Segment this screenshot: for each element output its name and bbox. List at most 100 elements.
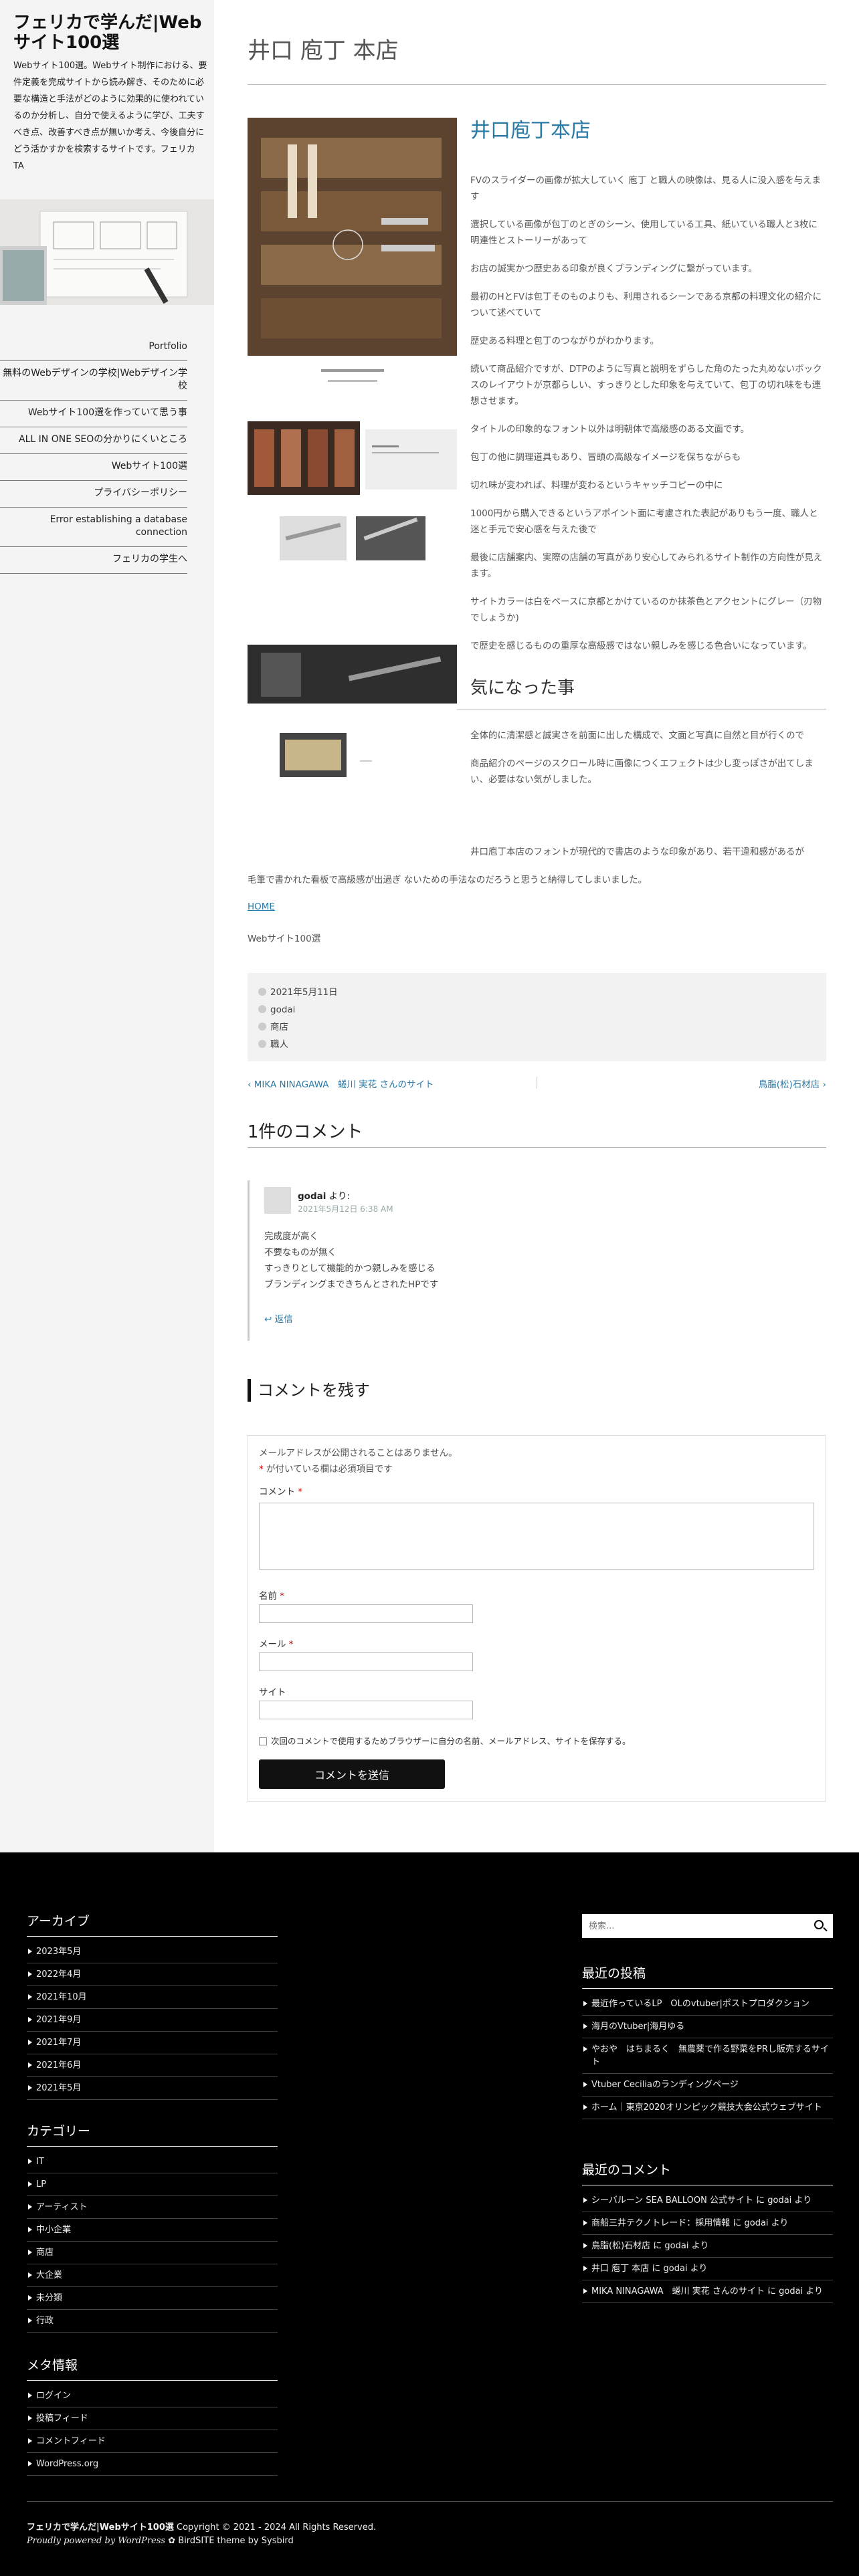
archive-title: アーカイブ	[27, 1911, 278, 1937]
shop-name-heading: 井口庖丁本店	[470, 119, 591, 142]
archive-item[interactable]: 2021年10月	[27, 1986, 278, 2009]
archive-item[interactable]: 2022年4月	[27, 1963, 278, 1986]
paragraph-line: 毛筆で書かれた看板で高級感が出過ぎ ないための手法なのだろうと思うと納得してしま…	[248, 875, 648, 885]
archive-item[interactable]: 2023年5月	[27, 1941, 278, 1963]
comment-date[interactable]: 2021年5月12日 6:38 AM	[298, 1203, 393, 1214]
paragraph: 続いて商品紹介ですが、DTPのように写真と説明をずらした角のたった丸めないボック…	[470, 364, 822, 407]
archive-item[interactable]: 2021年5月	[27, 2077, 278, 2100]
recent-comment-item[interactable]: 商船三井テクノトレード：採用情報 に godai より	[582, 2212, 833, 2235]
recent-post-item[interactable]: Vtuber Ceciliaのランディングページ	[582, 2074, 833, 2097]
search-input[interactable]	[582, 1914, 806, 1938]
nav-item-db-error[interactable]: Error establishing a database connection	[0, 508, 187, 547]
powered-by: Proudly powered by WordPress ✿ BirdSITE …	[27, 2536, 294, 2546]
meta-item-login[interactable]: ログイン	[27, 2385, 278, 2407]
site-label: サイト	[259, 1687, 286, 1698]
category-item[interactable]: 中小企業	[27, 2219, 278, 2242]
divider	[248, 84, 826, 85]
page-top: フェリカで学んだ|Webサイト100選 Webサイト100選。Webサイト制作に…	[0, 0, 859, 1852]
category-item[interactable]: 行政	[27, 2310, 278, 2333]
sidebar: フェリカで学んだ|Webサイト100選 Webサイト100選。Webサイト制作に…	[0, 0, 214, 1852]
home-link[interactable]: HOME	[248, 901, 275, 912]
paragraph: 商品紹介のページのスクロール時に画像につくエフェクトは少し変っぽさが出てしまい、…	[470, 758, 814, 785]
recent-comment-item[interactable]: MIKA NINAGAWA 蜷川 実花 さんのサイト に godai より	[582, 2280, 833, 2303]
paragraph: FVのスライダーの画像が拡大していく 庖丁 と職人の映像は、見る人に没入感を与え…	[470, 175, 822, 202]
submit-comment-button[interactable]: コメントを送信	[259, 1759, 445, 1789]
recent-post-item[interactable]: やおや はちまるく 無農薬で作る野菜をPRし販売するサイト	[582, 2038, 833, 2074]
recent-comment-item[interactable]: 鳥脂(松)石材店 に godai より	[582, 2235, 833, 2258]
reply-icon: ↩	[264, 1314, 275, 1325]
category-item[interactable]: LP	[27, 2173, 278, 2196]
site-title[interactable]: フェリカで学んだ|Webサイト100選	[13, 13, 207, 53]
archive-item[interactable]: 2021年7月	[27, 2032, 278, 2054]
nav-item-portfolio[interactable]: Portfolio	[0, 334, 187, 361]
paragraph: で歴史を感じるものの重厚な高級感ではない親しみを感じる色合いになっています。	[470, 641, 812, 651]
form-notice: メールアドレスが公開されることはありません。	[259, 1448, 458, 1459]
recent-post-item[interactable]: ホーム｜東京2020オリンピック競技大会公式ウェブサイト	[582, 2097, 833, 2119]
category-title: カテゴリー	[27, 2121, 278, 2147]
category-item[interactable]: IT	[27, 2151, 278, 2173]
paragraph: 切れ味が変われば、料理が変わるというキャッチコピーの中に	[470, 480, 723, 491]
comment-textarea[interactable]	[259, 1503, 814, 1570]
recent-comments-widget: 最近のコメント シーバルーン SEA BALLOON 公式サイト に godai…	[582, 2160, 833, 2303]
search-button[interactable]	[806, 1914, 833, 1938]
category-widget: カテゴリー IT LP アーティスト 中小企業 商店 大企業 未分類 行政	[27, 2121, 278, 2333]
site-screenshots	[248, 118, 457, 777]
sidebar-illustration	[0, 199, 214, 305]
meta-item-comment-feed[interactable]: コメントフィード	[27, 2430, 278, 2453]
sidebar-nav: Portfolio 無料のWebデザインの学校|Webデザイン学校 Webサイト…	[0, 334, 187, 574]
archive-item[interactable]: 2021年6月	[27, 2054, 278, 2077]
comment-item: godai より: 2021年5月12日 6:38 AM 完成度が高く 不要なも…	[248, 1180, 826, 1341]
paragraph: タイトルの印象的なフォント以外は明朝体で高級感のある文面です。	[470, 424, 750, 435]
screenshot-column	[248, 118, 457, 796]
prev-post-link[interactable]: ‹ MIKA NINAGAWA 蜷川 実花 さんのサイト	[248, 1077, 434, 1090]
post-tag[interactable]: 職人	[258, 1036, 816, 1053]
recent-comment-item[interactable]: 井口 庖丁 本店 に godai より	[582, 2258, 833, 2280]
category-item[interactable]: 商店	[27, 2242, 278, 2264]
recent-posts-title: 最近の投稿	[582, 1963, 833, 1989]
meta-item-feed[interactable]: 投稿フィード	[27, 2407, 278, 2430]
reply-link[interactable]: ↩ 返信	[264, 1311, 293, 1325]
meta-item-wordpress[interactable]: WordPress.org	[27, 2453, 278, 2476]
user-icon	[258, 1005, 266, 1013]
category-item[interactable]: アーティスト	[27, 2196, 278, 2219]
post-date: 2021年5月11日	[258, 984, 816, 1001]
reply-title: コメントを残す	[248, 1379, 370, 1402]
nav-item-free-web-school[interactable]: 無料のWebデザインの学校|Webデザイン学校	[0, 361, 187, 401]
paragraph: 包丁の他に調理道具もあり、冒頭の高級なイメージを保ちながらも	[470, 452, 741, 463]
name-label: 名前 *	[259, 1591, 285, 1602]
archive-item[interactable]: 2021年9月	[27, 2009, 278, 2032]
page-title: 井口 庖丁 本店	[248, 37, 399, 64]
clock-icon	[258, 988, 266, 996]
site-input[interactable]	[259, 1701, 473, 1719]
paragraph: 選択している画像が包丁のとぎのシーン、使用している工具、紙いている職人と3枚に明…	[470, 219, 818, 246]
save-info-checkbox[interactable]: 次回のコメントで使用するためブラウザーに自分の名前、メールアドレス、サイトを保存…	[259, 1734, 631, 1747]
footer: アーカイブ 2023年5月 2022年4月 2021年10月 2021年9月 2…	[0, 1852, 859, 2576]
recent-post-item[interactable]: 海月のVtuber|海月ゆる	[582, 2016, 833, 2038]
next-post-link[interactable]: 鳥脂(松)石材店 ›	[759, 1077, 826, 1090]
nav-item-privacy[interactable]: プライバシーポリシー	[0, 481, 187, 508]
paragraph: 全体的に清潔感と誠実さを前面に出した構成で、文面と写真に自然と目が行くので	[470, 730, 804, 741]
meta-widget: メタ情報 ログイン 投稿フィード コメントフィード WordPress.org	[27, 2355, 278, 2476]
tag-icon	[258, 1040, 266, 1048]
category-item[interactable]: 未分類	[27, 2287, 278, 2310]
email-input[interactable]	[259, 1652, 473, 1671]
name-input[interactable]	[259, 1604, 473, 1623]
recent-comment-item[interactable]: シーバルーン SEA BALLOON 公式サイト に godai より	[582, 2189, 833, 2212]
search-icon	[814, 1920, 824, 1929]
email-label: メール *	[259, 1639, 294, 1650]
recent-comments-title: 最近のコメント	[582, 2160, 833, 2185]
footer-divider	[27, 2501, 833, 2502]
recent-post-item[interactable]: 最近作っているLP OLのvtuber|ポストプロダクション	[582, 1993, 833, 2016]
category-item[interactable]: 大企業	[27, 2264, 278, 2287]
site-description: Webサイト100選。Webサイト制作における、要件定義を完成サイトから読み解き…	[13, 61, 207, 171]
nav-item-thoughts[interactable]: Webサイト100選を作っていて思う事	[0, 401, 187, 427]
paragraph: サイトカラーは白をベースに京都とかけているのか抹茶色とアクセントにグレー（刃物で…	[470, 597, 822, 623]
nav-item-aioseo[interactable]: ALL IN ONE SEOの分かりにくいところ	[0, 427, 187, 454]
meta-title: メタ情報	[27, 2355, 278, 2381]
paragraph-line: 井口庖丁本店のフォントが現代的で書店のような印象があり、若干違和感があるが	[470, 847, 804, 857]
search-form	[582, 1914, 833, 1938]
nav-item-students[interactable]: フェリカの学生へ	[0, 547, 187, 574]
post-category[interactable]: 商店	[258, 1018, 816, 1036]
post-author[interactable]: godai	[258, 1001, 816, 1018]
nav-item-web100[interactable]: Webサイト100選	[0, 454, 187, 481]
